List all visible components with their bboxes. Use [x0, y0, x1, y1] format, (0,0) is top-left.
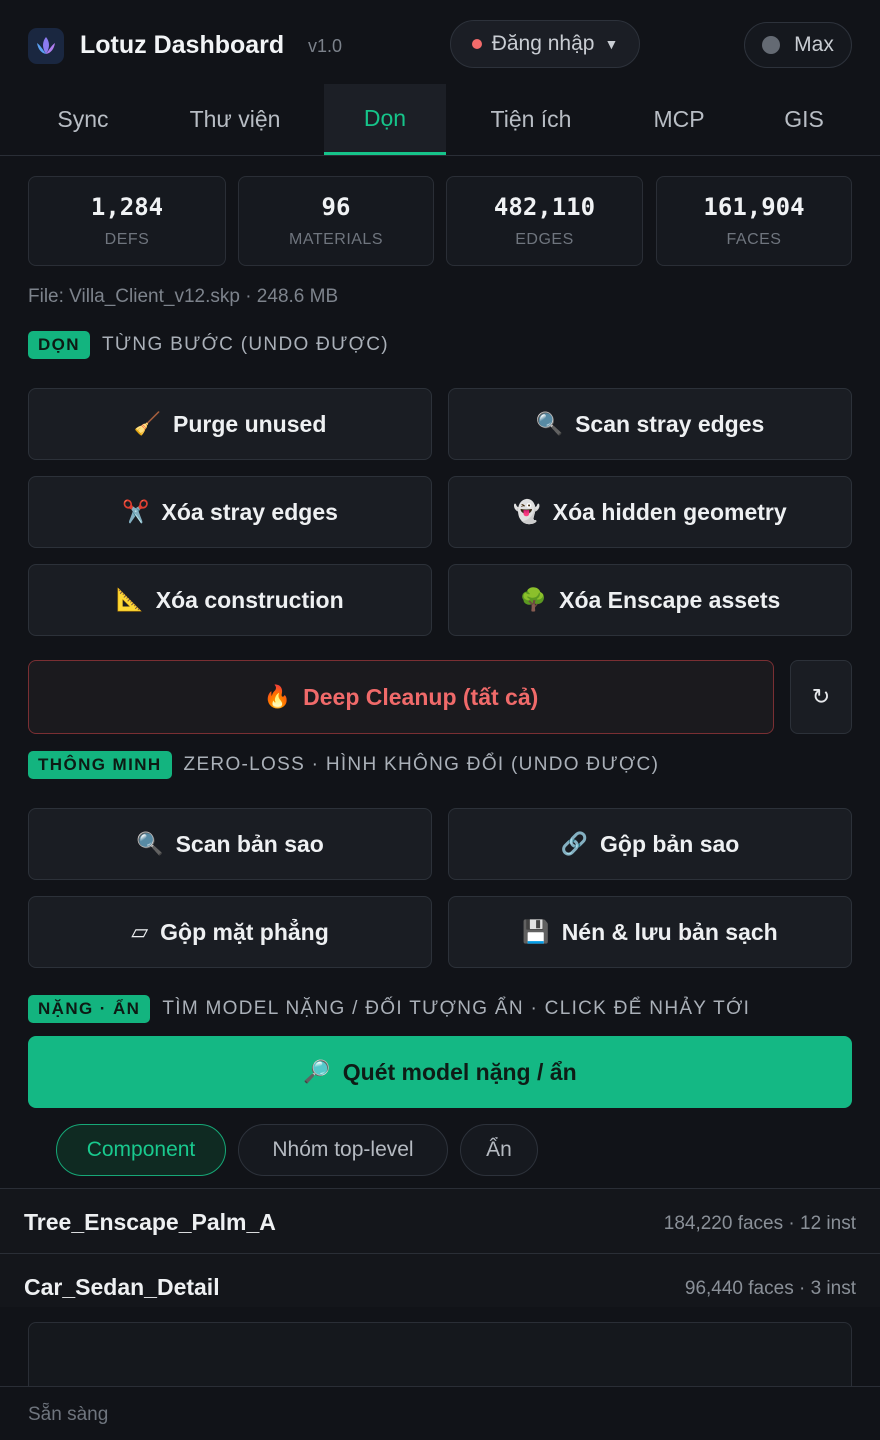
button-label: Gộp mặt phẳng: [160, 918, 329, 945]
stat-value: 1,284: [90, 193, 164, 221]
button-label: Nén & lưu bản sạch: [561, 918, 778, 945]
section-badge: DỌN: [28, 331, 90, 359]
user-label: Max: [794, 33, 834, 56]
button-label: Xóa hidden geometry: [552, 498, 787, 525]
app-header: Lotuz Dashboard v1.0 Đăng nhập ▼ Max: [0, 0, 880, 90]
section-badge: THÔNG MINH: [28, 751, 172, 779]
section-description: TỪNG BƯỚC (UNDO ĐƯỢC): [101, 334, 389, 355]
model-name: Tree_Enscape_Palm_A: [24, 1209, 276, 1235]
stat-edges: 482,110 EDGES: [446, 176, 643, 266]
fire-icon: 🔥: [263, 684, 292, 709]
stat-materials: 96 MATERIALS: [238, 176, 434, 266]
scan-heavy-models-button[interactable]: 🔎 Quét model nặng / ẩn: [28, 1036, 852, 1108]
button-label: Purge unused: [173, 410, 327, 437]
floppy-disk-icon: 💾: [522, 919, 550, 944]
tab-bar: Sync Thư viện Dọn Tiện ích MCP GIS: [0, 84, 880, 156]
delete-hidden-geometry-button[interactable]: 👻 Xóa hidden geometry: [448, 476, 852, 548]
stat-value: 161,904: [703, 193, 805, 221]
button-label: Xóa construction: [155, 586, 344, 613]
ghost-icon: 👻: [513, 499, 541, 524]
refresh-icon: ↻: [811, 684, 831, 709]
purge-unused-button[interactable]: 🧹 Purge unused: [28, 388, 432, 460]
button-label: Gộp bản sao: [600, 830, 740, 857]
button-label: Scan stray edges: [575, 410, 765, 437]
model-meta: 96,440 faces · 3 inst: [684, 1278, 856, 1299]
status-bar: Sẵn sàng: [0, 1386, 880, 1440]
button-label: Quét model nặng / ẩn: [342, 1058, 577, 1085]
button-label: Deep Cleanup (tất cả): [303, 683, 539, 710]
model-name: Car_Sedan_Detail: [24, 1274, 220, 1300]
user-button[interactable]: Max: [744, 22, 852, 68]
button-label: Xóa stray edges: [161, 498, 338, 525]
delete-construction-button[interactable]: 📐 Xóa construction: [28, 564, 432, 636]
stat-label: EDGES: [515, 231, 574, 248]
list-item[interactable]: Tree_Enscape_Palm_A 184,220 faces · 12 i…: [0, 1188, 880, 1254]
version-label: v1.0: [308, 36, 343, 56]
stat-label: MATERIALS: [289, 231, 383, 248]
lotus-logo-icon: [28, 28, 64, 64]
section-header-heavy: NẶNG · ẨN TÌM MODEL NẶNG / ĐỐI TƯỢNG ẨN …: [28, 995, 750, 1023]
button-label: Scan bản sao: [175, 830, 324, 857]
broom-icon: 🧹: [133, 411, 162, 436]
status-dot-icon: [471, 39, 482, 49]
merge-coplanar-faces-button[interactable]: ▱ Gộp mặt phẳng: [28, 896, 432, 968]
status-text: Sẵn sàng: [28, 1404, 109, 1425]
stat-label: DEFS: [104, 231, 150, 248]
app-title: Lotuz Dashboard: [80, 31, 285, 59]
stat-label: FACES: [726, 231, 782, 248]
tab-utilities[interactable]: Tiện ích: [466, 84, 596, 155]
section-description: TÌM MODEL NẶNG / ĐỐI TƯỢNG ẨN · CLICK ĐỂ…: [162, 998, 751, 1019]
tree-icon: 🌳: [519, 587, 548, 612]
tab-clean[interactable]: Dọn: [324, 84, 446, 155]
merge-duplicates-button[interactable]: 🔗 Gộp bản sao: [448, 808, 852, 880]
delete-stray-edges-button[interactable]: ✂️ Xóa stray edges: [28, 476, 432, 548]
scan-stray-edges-button[interactable]: 🔍 Scan stray edges: [448, 388, 852, 460]
stat-value: 482,110: [493, 193, 596, 221]
stat-value: 96: [321, 193, 351, 221]
tab-sync[interactable]: Sync: [22, 84, 144, 155]
section-description: ZERO-LOSS · HÌNH KHÔNG ĐỔI (UNDO ĐƯỢC): [183, 754, 660, 775]
parallelogram-icon: ▱: [131, 919, 149, 944]
stat-faces: 161,904 FACES: [656, 176, 852, 266]
filter-top-level-group[interactable]: Nhóm top-level: [238, 1124, 448, 1176]
tab-gis[interactable]: GIS: [744, 84, 864, 155]
link-icon: 🔗: [560, 831, 589, 856]
file-info: File: Villa_Client_v12.skp · 248.6 MB: [28, 286, 339, 307]
login-label: Đăng nhập: [491, 32, 595, 55]
login-dropdown[interactable]: Đăng nhập ▼: [450, 20, 640, 68]
list-item[interactable]: Car_Sedan_Detail 96,440 faces · 3 inst: [0, 1253, 880, 1307]
section-header-clean: DỌN TỪNG BƯỚC (UNDO ĐƯỢC): [28, 331, 389, 359]
magnifier-icon: 🔍: [136, 831, 164, 856]
section-badge: NẶNG · ẨN: [28, 995, 151, 1023]
scan-duplicates-button[interactable]: 🔍 Scan bản sao: [28, 808, 432, 880]
tab-library[interactable]: Thư viện: [166, 84, 304, 155]
refresh-button[interactable]: ↻: [790, 660, 852, 734]
filter-component[interactable]: Component: [56, 1124, 226, 1176]
magnifier-icon: 🔍: [535, 411, 564, 436]
compress-save-clean-button[interactable]: 💾 Nén & lưu bản sạch: [448, 896, 852, 968]
delete-enscape-assets-button[interactable]: 🌳 Xóa Enscape assets: [448, 564, 852, 636]
deep-cleanup-button[interactable]: 🔥 Deep Cleanup (tất cả): [28, 660, 774, 734]
tab-mcp[interactable]: MCP: [618, 84, 740, 155]
button-label: Xóa Enscape assets: [559, 586, 781, 613]
scissors-icon: ✂️: [122, 499, 150, 524]
magnifier-icon: 🔎: [303, 1059, 331, 1084]
model-meta: 184,220 faces · 12 inst: [663, 1213, 856, 1234]
filter-hidden[interactable]: Ẩn: [460, 1124, 538, 1176]
ruler-triangle-icon: 📐: [116, 587, 144, 612]
avatar-icon: [762, 36, 781, 54]
caret-down-icon: ▼: [604, 36, 619, 52]
section-header-smart: THÔNG MINH ZERO-LOSS · HÌNH KHÔNG ĐỔI (U…: [28, 751, 659, 779]
stat-defs: 1,284 DEFS: [28, 176, 226, 266]
